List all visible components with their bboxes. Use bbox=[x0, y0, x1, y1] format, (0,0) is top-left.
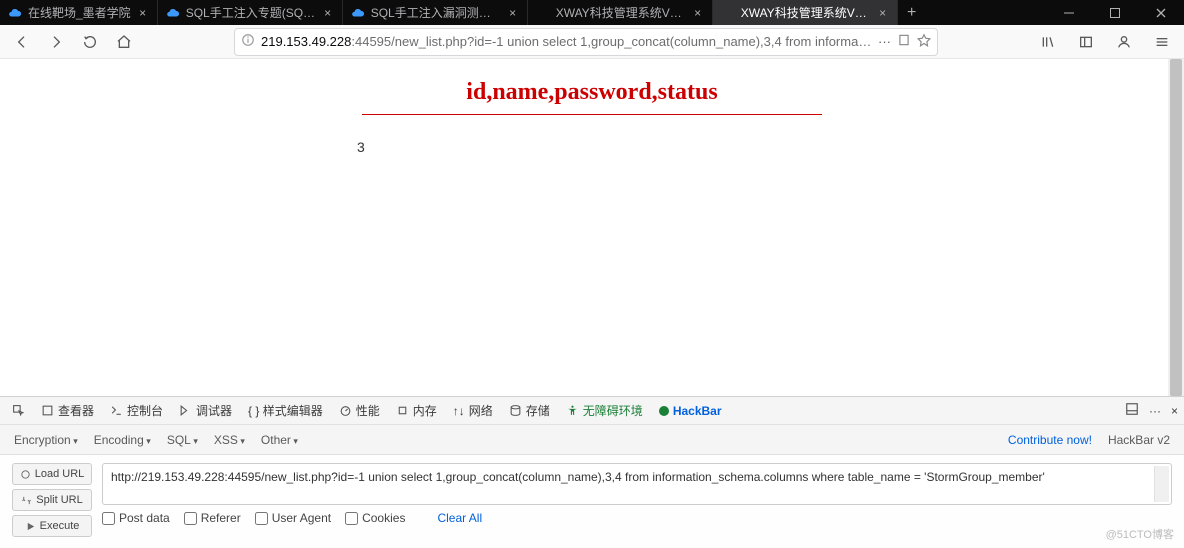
execute-button[interactable]: Execute bbox=[12, 515, 92, 537]
close-icon[interactable]: × bbox=[137, 6, 149, 20]
cloud-icon bbox=[8, 6, 22, 20]
blank-icon bbox=[721, 6, 735, 20]
dt-styleeditor[interactable]: { } 样式编辑器 bbox=[242, 397, 329, 424]
tab-2[interactable]: SQL手工注入漏洞测试(MySQL… × bbox=[343, 0, 528, 25]
tab-0[interactable]: 在线靶场_墨者学院 × bbox=[0, 0, 158, 25]
pick-element-icon[interactable] bbox=[6, 397, 31, 424]
menu-sql[interactable]: SQL bbox=[167, 433, 198, 447]
hackbar-brand: HackBar v2 bbox=[1108, 433, 1170, 447]
referer-checkbox[interactable]: Referer bbox=[184, 511, 241, 525]
menu-other[interactable]: Other bbox=[261, 433, 298, 447]
window-close[interactable] bbox=[1138, 0, 1184, 25]
sidebar-icon[interactable] bbox=[1072, 28, 1100, 56]
dt-storage[interactable]: 存储 bbox=[503, 397, 556, 424]
tab-label: XWAY科技管理系统V3.0 bbox=[741, 4, 871, 21]
menu-encoding[interactable]: Encoding bbox=[94, 433, 151, 447]
devtools-tabbar: 查看器 控制台 调试器 { } 样式编辑器 性能 内存 ↑↓网络 存储 无障碍环… bbox=[0, 397, 1184, 425]
tab-3[interactable]: XWAY科技管理系统V3.0 × bbox=[528, 0, 713, 25]
dt-performance[interactable]: 性能 bbox=[333, 397, 386, 424]
menu-xss[interactable]: XSS bbox=[214, 433, 245, 447]
split-url-button[interactable]: Split URL bbox=[12, 489, 92, 511]
dock-icon[interactable] bbox=[1125, 402, 1139, 419]
contribute-link[interactable]: Contribute now! bbox=[1008, 433, 1092, 447]
close-icon[interactable]: × bbox=[877, 6, 889, 20]
hackbar-url-input[interactable]: http://219.153.49.228:44595/new_list.php… bbox=[102, 463, 1172, 505]
dt-debugger[interactable]: 调试器 bbox=[173, 397, 238, 424]
library-icon[interactable] bbox=[1034, 28, 1062, 56]
back-button[interactable] bbox=[8, 28, 36, 56]
blank-icon bbox=[536, 6, 550, 20]
dt-memory[interactable]: 内存 bbox=[390, 397, 443, 424]
home-button[interactable] bbox=[110, 28, 138, 56]
clear-all-link[interactable]: Clear All bbox=[437, 511, 482, 525]
address-bar[interactable]: 219.153.49.228:44595/new_list.php?id=-1 … bbox=[234, 28, 938, 56]
menu-icon[interactable] bbox=[1148, 28, 1176, 56]
more-icon[interactable]: ··· bbox=[1149, 404, 1161, 418]
nav-toolbar: 219.153.49.228:44595/new_list.php?id=-1 … bbox=[0, 25, 1184, 59]
page-body-text: 3 bbox=[357, 139, 365, 155]
tab-label: 在线靶场_墨者学院 bbox=[28, 4, 131, 21]
close-icon[interactable]: × bbox=[507, 6, 519, 20]
devtools-panel: 查看器 控制台 调试器 { } 样式编辑器 性能 内存 ↑↓网络 存储 无障碍环… bbox=[0, 396, 1184, 548]
vertical-scrollbar[interactable] bbox=[1168, 59, 1184, 396]
tab-4[interactable]: XWAY科技管理系统V3.0 × bbox=[713, 0, 898, 25]
tab-label: XWAY科技管理系统V3.0 bbox=[556, 4, 686, 21]
browser-tab-bar: 在线靶场_墨者学院 × SQL手工注入专题(SQL Injecti… × SQL… bbox=[0, 0, 1184, 25]
devtools-close-icon[interactable]: × bbox=[1171, 404, 1178, 418]
reader-icon[interactable] bbox=[897, 33, 911, 50]
bookmark-icon[interactable] bbox=[917, 33, 931, 50]
tab-label: SQL手工注入专题(SQL Injecti… bbox=[186, 4, 316, 21]
cookies-checkbox[interactable]: Cookies bbox=[345, 511, 405, 525]
close-icon[interactable]: × bbox=[692, 6, 704, 20]
cloud-icon bbox=[166, 6, 180, 20]
new-tab-button[interactable]: + bbox=[898, 0, 926, 25]
postdata-checkbox[interactable]: Post data bbox=[102, 511, 170, 525]
menu-encryption[interactable]: Encryption bbox=[14, 433, 78, 447]
forward-button[interactable] bbox=[42, 28, 70, 56]
hackbar-menu: Encryption Encoding SQL XSS Other Contri… bbox=[0, 425, 1184, 455]
close-icon[interactable]: × bbox=[322, 6, 334, 20]
dt-accessibility[interactable]: 无障碍环境 bbox=[560, 397, 649, 424]
url-text: 219.153.49.228:44595/new_list.php?id=-1 … bbox=[261, 34, 872, 49]
load-url-button[interactable]: Load URL bbox=[12, 463, 92, 485]
useragent-checkbox[interactable]: User Agent bbox=[255, 511, 331, 525]
dt-console[interactable]: 控制台 bbox=[104, 397, 169, 424]
account-icon[interactable] bbox=[1110, 28, 1138, 56]
page-action-dots[interactable]: ··· bbox=[878, 34, 891, 49]
info-icon[interactable] bbox=[241, 33, 255, 50]
reload-button[interactable] bbox=[76, 28, 104, 56]
cloud-icon bbox=[351, 6, 365, 20]
tab-1[interactable]: SQL手工注入专题(SQL Injecti… × bbox=[158, 0, 343, 25]
page-header: id,name,password,status bbox=[0, 79, 1184, 106]
dt-inspector[interactable]: 查看器 bbox=[35, 397, 100, 424]
window-minimize[interactable] bbox=[1046, 0, 1092, 25]
page-viewport: id,name,password,status 3 bbox=[0, 59, 1184, 396]
tab-label: SQL手工注入漏洞测试(MySQL… bbox=[371, 4, 501, 21]
divider bbox=[362, 114, 822, 115]
watermark: @51CTO博客 bbox=[1106, 526, 1174, 542]
hackbar-body: Load URL Split URL Execute http://219.15… bbox=[0, 455, 1184, 548]
window-maximize[interactable] bbox=[1092, 0, 1138, 25]
dt-hackbar[interactable]: HackBar bbox=[653, 397, 728, 424]
dt-network[interactable]: ↑↓网络 bbox=[447, 397, 499, 424]
